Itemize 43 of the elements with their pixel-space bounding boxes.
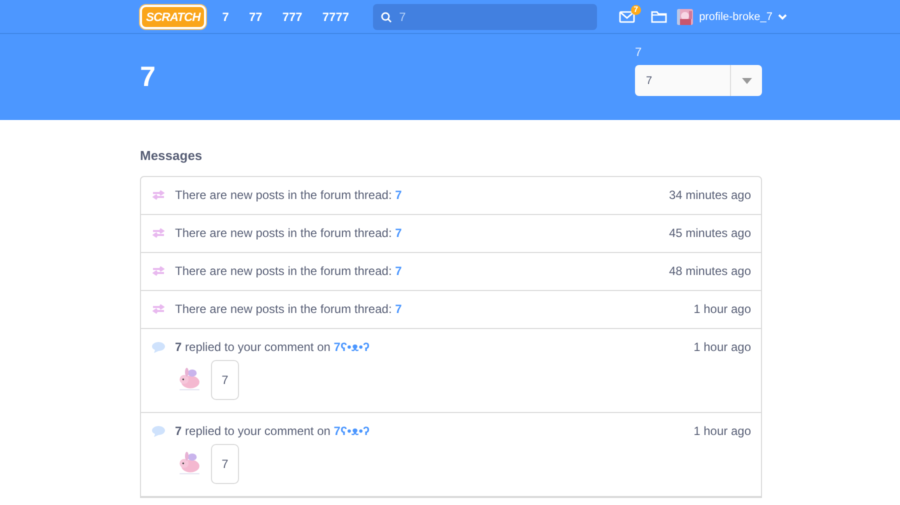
username[interactable]: profile-broke_7 <box>699 10 772 22</box>
arrows-icon <box>152 190 165 200</box>
link[interactable]: 7 <box>395 188 402 202</box>
nav-link[interactable]: 77 <box>238 10 272 24</box>
filter-label: 7 <box>635 45 643 59</box>
section-title: Messages <box>140 148 204 163</box>
link[interactable]: 7ʕ•ᴥ•ʔ <box>334 424 370 438</box>
message-text: There are new posts in the forum thread: 7 <box>175 264 403 278</box>
comment-bubble: 7 <box>211 360 239 400</box>
arrows-icon <box>152 228 165 238</box>
speech-bubble-icon <box>152 342 165 352</box>
search-icon <box>381 12 392 22</box>
timestamp: 45 minutes ago <box>668 226 751 240</box>
arrows-icon <box>152 304 165 314</box>
message-text: There are new posts in the forum thread: 7 <box>175 188 403 202</box>
caret-icon[interactable] <box>778 14 788 20</box>
filter-dropdown[interactable]: 7 <box>635 65 762 96</box>
search-field[interactable]: 7 <box>373 4 598 30</box>
timestamp: 48 minutes ago <box>668 264 751 278</box>
page-title: 7 <box>140 61 156 94</box>
nav-link[interactable]: 7777 <box>312 10 360 24</box>
link[interactable]: 7 <box>395 226 402 240</box>
message-text: 7 replied to your comment on 7ʕ•ᴥ•ʔ <box>175 340 371 354</box>
folder-icon[interactable] <box>651 10 668 23</box>
message-text: There are new posts in the forum thread: 7 <box>175 226 403 240</box>
mail-icon[interactable] <box>619 10 636 22</box>
link[interactable]: 7 <box>395 264 402 278</box>
message-count-badge: 7 <box>630 4 642 14</box>
arrows-icon <box>152 266 165 276</box>
link[interactable]: 7ʕ•ᴥ•ʔ <box>334 340 370 354</box>
caret-icon <box>742 78 752 84</box>
link[interactable]: 7 <box>395 302 402 316</box>
nav-link[interactable]: 777 <box>272 10 312 24</box>
logo[interactable]: SCRATCH <box>140 4 206 28</box>
comment-bubble: 7 <box>211 444 239 484</box>
timestamp: 1 hour ago <box>694 302 751 316</box>
speech-bubble-icon <box>152 426 165 436</box>
message-text: There are new posts in the forum thread: 7 <box>175 302 403 316</box>
nav-link[interactable]: 7 <box>212 10 239 24</box>
timestamp: 34 minutes ago <box>668 188 751 202</box>
message-text: 7 replied to your comment on 7ʕ•ᴥ•ʔ <box>175 424 371 438</box>
timestamp: 1 hour ago <box>694 424 751 438</box>
timestamp: 1 hour ago <box>694 340 751 354</box>
